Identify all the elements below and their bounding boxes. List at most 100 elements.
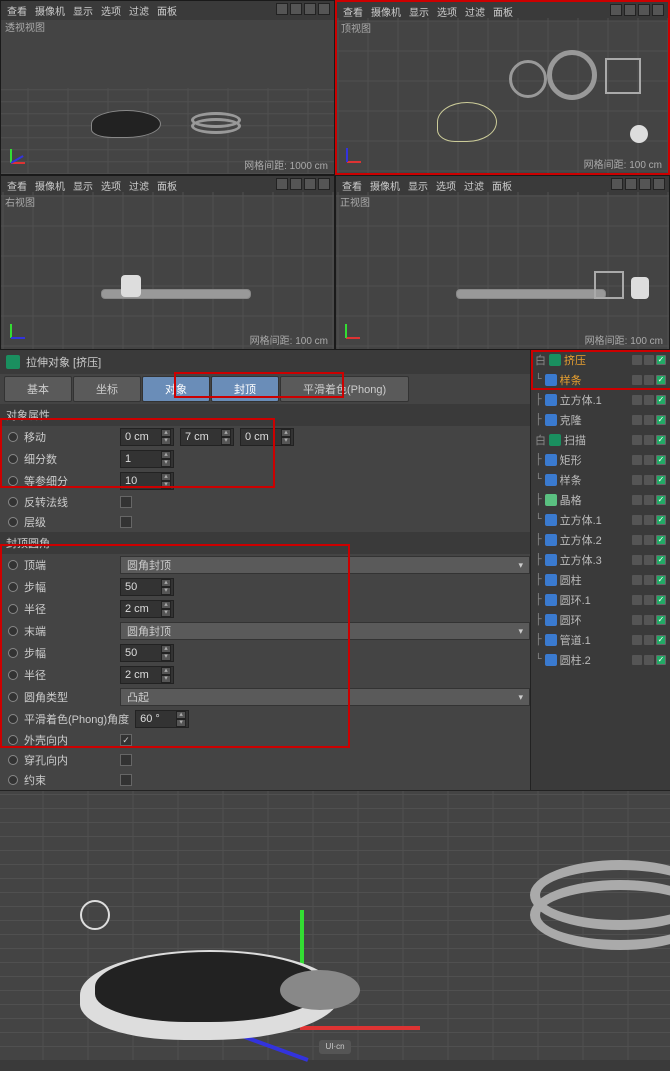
move-x[interactable]: ▴▾ [120, 428, 174, 446]
step1-input[interactable]: ▴▾ [120, 578, 174, 596]
hull-checkbox[interactable]: ✓ [120, 734, 132, 746]
torus-icon [545, 594, 557, 606]
rad2-input[interactable]: ▴▾ [120, 666, 174, 684]
object-row[interactable]: └样条✓ [531, 370, 670, 390]
phong-input[interactable]: ▴▾ [135, 710, 189, 728]
spline-icon [545, 374, 557, 386]
prop-iso: 等参细分 ▴▾ [0, 470, 530, 492]
section-object-props: 对象属性 [0, 404, 530, 426]
cloner-icon [545, 414, 557, 426]
viewport-front[interactable]: 查看摄像机显示选项过滤面板 正视图 网格间距: 100 cm [335, 175, 670, 350]
iso-input[interactable]: ▴▾ [120, 472, 174, 490]
gizmo-z-axis[interactable] [241, 1034, 308, 1062]
tab-basic[interactable]: 基本 [4, 376, 72, 402]
subdiv-input[interactable]: ▴▾ [120, 450, 174, 468]
object-name: 矩形 [560, 452, 629, 468]
object-row[interactable]: ├管道.1✓ [531, 630, 670, 650]
viewport-grid: 查看摄像机显示选项过滤面板 透视视图 网格间距: 1000 cm 查看摄像机显示… [0, 0, 670, 350]
object-row[interactable]: ├晶格✓ [531, 490, 670, 510]
tab-phong[interactable]: 平滑着色(Phong) [280, 376, 409, 402]
extrude-icon [549, 354, 561, 366]
viewport-perspective[interactable]: 查看摄像机显示选项过滤面板 透视视图 网格间距: 1000 cm [0, 0, 335, 175]
prop-subdiv: 细分数 ▴▾ [0, 448, 530, 470]
grid-info: 网格间距: 1000 cm [244, 157, 328, 172]
viewport-large[interactable]: UI·cn [0, 790, 670, 1060]
object-name: 圆环 [560, 612, 629, 628]
object-name: 立方体.1 [560, 392, 629, 408]
object-name: 扫描 [564, 432, 629, 448]
section-cap: 封顶圆角 [0, 532, 530, 554]
viewport-title: 右视图 [5, 194, 35, 209]
viewport-controls[interactable] [276, 3, 330, 15]
prop-move: 移动 ▴▾ ▴▾ ▴▾ [0, 426, 530, 448]
viewport-controls[interactable] [611, 178, 665, 190]
tab-coord[interactable]: 坐标 [73, 376, 141, 402]
object-row[interactable]: ├圆柱✓ [531, 570, 670, 590]
object-row[interactable]: ├克隆✓ [531, 410, 670, 430]
object-name: 圆环.1 [560, 592, 629, 608]
object-row[interactable]: └圆柱.2✓ [531, 650, 670, 670]
object-name: 克隆 [560, 412, 629, 428]
cyl-icon [545, 654, 557, 666]
radio-icon[interactable] [8, 476, 18, 486]
flip-checkbox[interactable] [120, 496, 132, 508]
viewport-controls[interactable] [610, 4, 664, 16]
object-row[interactable]: ├圆环✓ [531, 610, 670, 630]
gizmo-x-axis[interactable] [300, 1026, 420, 1030]
sweep-icon [549, 434, 561, 446]
cube-icon [545, 514, 557, 526]
object-row[interactable]: ├立方体.2✓ [531, 530, 670, 550]
spline-icon [545, 474, 557, 486]
axis-widget [7, 144, 31, 168]
rad1-input[interactable]: ▴▾ [120, 600, 174, 618]
hole-checkbox[interactable] [120, 754, 132, 766]
constrain-checkbox[interactable] [120, 774, 132, 786]
grid-info: 网格间距: 100 cm [585, 332, 663, 347]
torus-icon [545, 614, 557, 626]
object-name: 立方体.2 [560, 532, 629, 548]
viewport-top[interactable]: 查看摄像机显示选项过滤面板 顶视图 网格间距: 100 cm [335, 0, 670, 175]
object-row[interactable]: 白扫描✓ [531, 430, 670, 450]
viewport-right[interactable]: 查看摄像机显示选项过滤面板 右视图 网格间距: 100 cm [0, 175, 335, 350]
prop-flip: 反转法线 [0, 492, 530, 512]
radio-icon[interactable] [8, 517, 18, 527]
object-name: 圆柱 [560, 572, 629, 588]
fillet-type-dropdown[interactable]: 凸起 [120, 688, 530, 706]
viewport-controls[interactable] [276, 178, 330, 190]
viewport-title: 顶视图 [341, 20, 371, 35]
spline-icon [545, 454, 557, 466]
radio-icon[interactable] [8, 454, 18, 464]
radio-icon[interactable] [8, 432, 18, 442]
object-row[interactable]: ├圆环.1✓ [531, 590, 670, 610]
viewport-title: 正视图 [340, 194, 370, 209]
tab-cap[interactable]: 封顶 [211, 376, 279, 402]
object-row[interactable]: └样条✓ [531, 470, 670, 490]
axis-widget [342, 319, 366, 343]
object-name: 立方体.3 [560, 552, 629, 568]
top-cap-dropdown[interactable]: 圆角封顶 [120, 556, 530, 574]
attribute-header: 拉伸对象 [挤压] [0, 350, 530, 374]
cube-icon [545, 394, 557, 406]
step2-input[interactable]: ▴▾ [120, 644, 174, 662]
tube-icon [545, 634, 557, 646]
end-cap-dropdown[interactable]: 圆角封顶 [120, 622, 530, 640]
attribute-panel: 拉伸对象 [挤压] 基本 坐标 对象 封顶 平滑着色(Phong) 对象属性 移… [0, 350, 530, 790]
object-row[interactable]: ├矩形✓ [531, 450, 670, 470]
move-z[interactable]: ▴▾ [240, 428, 294, 446]
object-name: 圆柱.2 [560, 652, 629, 668]
attribute-tabs: 基本 坐标 对象 封顶 平滑着色(Phong) [0, 374, 530, 404]
radio-icon[interactable] [8, 497, 18, 507]
object-row[interactable]: ├立方体.3✓ [531, 550, 670, 570]
extrude-icon [6, 355, 20, 369]
object-name: 晶格 [560, 492, 629, 508]
object-row[interactable]: ├立方体.1✓ [531, 390, 670, 410]
lattice-icon [545, 494, 557, 506]
move-y[interactable]: ▴▾ [180, 428, 234, 446]
object-name: 立方体.1 [560, 512, 629, 528]
tab-object[interactable]: 对象 [142, 376, 210, 402]
object-row[interactable]: └立方体.1✓ [531, 510, 670, 530]
cube-icon [545, 554, 557, 566]
hierarchy-checkbox[interactable] [120, 516, 132, 528]
object-manager[interactable]: 白挤压✓ └样条✓ ├立方体.1✓ ├克隆✓ 白扫描✓ ├矩形✓ └样条✓ ├晶… [530, 350, 670, 790]
object-row[interactable]: 白挤压✓ [531, 350, 670, 370]
